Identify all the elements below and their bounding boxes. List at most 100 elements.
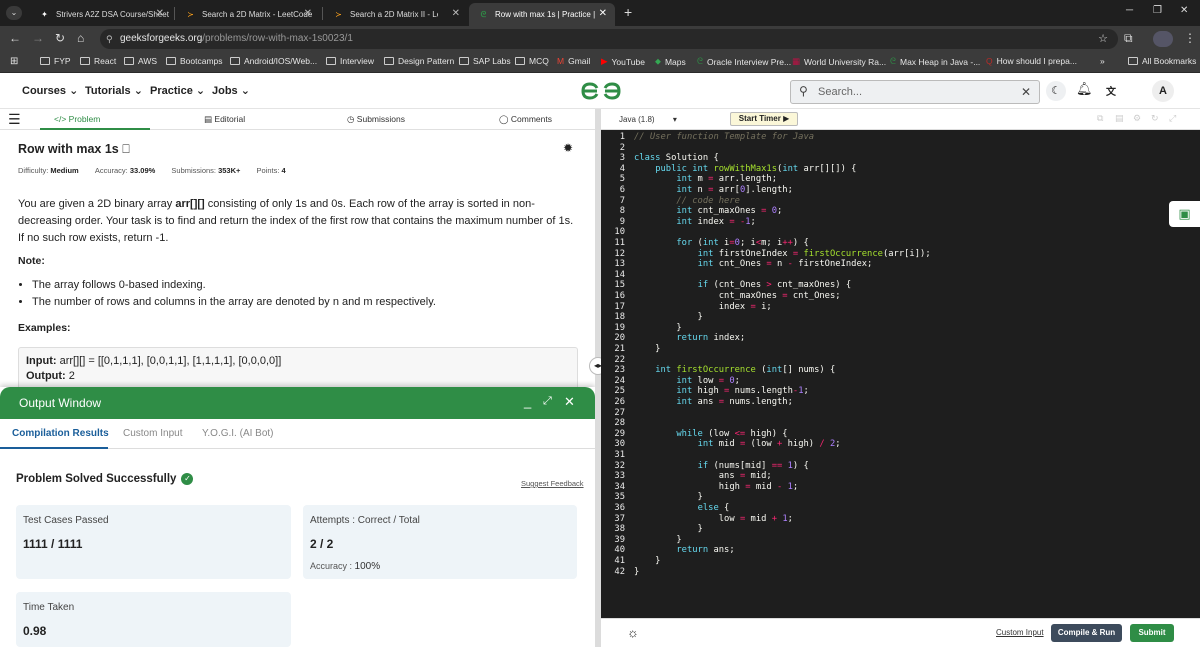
clear-icon[interactable]: ✕	[1021, 85, 1031, 99]
chat-icon[interactable]: ▣	[1169, 201, 1200, 227]
chevron-right-icon[interactable]: »	[1100, 56, 1105, 66]
expand-icon[interactable]: ⤢	[543, 395, 552, 408]
tab-compilation-results[interactable]: Compilation Results	[12, 428, 109, 439]
bookmark-all[interactable]: All Bookmarks	[1128, 56, 1196, 66]
line-number: 19	[614, 322, 625, 333]
folder-icon	[515, 57, 525, 65]
tab-problem[interactable]: </> Problem	[54, 114, 100, 124]
search-input[interactable]: ⚲ Search... ✕	[790, 80, 1040, 104]
dark-mode-icon[interactable]: ☾	[1046, 81, 1066, 101]
suggest-feedback-link[interactable]: Suggest Feedback	[521, 479, 584, 488]
output-title: Output Window	[19, 396, 102, 410]
bookmark-fyp[interactable]: FYP	[40, 56, 71, 66]
tab-title: Strivers A2Z DSA Course/Sheet	[56, 10, 169, 19]
examples-heading: Examples:	[18, 322, 71, 334]
forward-icon[interactable]: →	[32, 31, 44, 45]
tab-custom-input[interactable]: Custom Input	[123, 428, 182, 439]
reload-icon[interactable]: ↻	[55, 31, 65, 45]
menu-tutorials[interactable]: Tutorials ⌄	[85, 84, 143, 97]
fullscreen-icon[interactable]: ⤢	[1169, 113, 1176, 124]
browser-tab[interactable]: ≻ Search a 2D Matrix - LeetCode ✕	[176, 3, 320, 26]
close-icon[interactable]: ✕	[304, 8, 312, 19]
bookmark-aws[interactable]: AWS	[124, 56, 157, 66]
start-timer-button[interactable]: Start Timer ▶	[730, 112, 798, 126]
menu-courses[interactable]: Courses ⌄	[22, 84, 78, 97]
new-tab-icon[interactable]: +	[624, 4, 632, 20]
settings-icon[interactable]: ⚙	[1133, 113, 1141, 124]
bookmark-youtube[interactable]: ▶ YouTube	[601, 56, 645, 67]
restore-icon[interactable]: ❐	[1153, 5, 1162, 16]
close-window-icon[interactable]: ✕	[1180, 5, 1188, 16]
gfg-logo[interactable]	[579, 80, 623, 102]
minimize-icon[interactable]: ─	[1126, 5, 1133, 16]
bookmark-design-pattern[interactable]: Design Pattern	[384, 56, 454, 66]
menu-jobs[interactable]: Jobs ⌄	[212, 84, 250, 97]
file-icon[interactable]: ▤	[1115, 113, 1124, 124]
close-icon[interactable]: ✕	[156, 8, 164, 19]
tab-submissions[interactable]: ◷ Submissions	[347, 114, 405, 125]
notification-bell-icon[interactable]: 🔔︎	[1076, 81, 1093, 97]
bookmark-mcq[interactable]: MCQ	[515, 56, 549, 66]
extensions-icon[interactable]: ⧉	[1124, 31, 1133, 46]
translate-icon[interactable]: 文	[1106, 83, 1116, 98]
menu-icon[interactable]: ⋮	[1184, 31, 1196, 45]
bookmark-maps[interactable]: ⬥ Maps	[655, 56, 686, 67]
tab-comments[interactable]: ◯ Comments	[499, 114, 552, 125]
site-header: Courses ⌄ Tutorials ⌄ Practice ⌄ Jobs ⌄ …	[0, 73, 1200, 109]
compile-run-button[interactable]: Compile & Run	[1051, 624, 1122, 642]
url-field[interactable]: ⚲ geeksforgeeks.org/problems/row-with-ma…	[100, 29, 1118, 49]
menu-practice[interactable]: Practice ⌄	[150, 84, 205, 97]
profile-icon[interactable]	[1153, 31, 1173, 47]
apps-icon[interactable]: ⊞	[10, 56, 18, 67]
close-icon[interactable]: ✕	[564, 394, 575, 410]
browser-tab-active[interactable]: ᘓ Row with max 1s | Practice | Ge ✕	[469, 3, 615, 26]
line-number: 8	[619, 206, 625, 217]
close-icon[interactable]: ✕	[599, 8, 607, 19]
chevron-down-icon: ⌄	[240, 85, 250, 97]
language-select[interactable]: Java (1.8) ▾	[619, 115, 677, 124]
tab-editorial[interactable]: ▤ Editorial	[204, 114, 245, 125]
note-list: The array follows 0-based indexing. The …	[32, 277, 436, 311]
bookmark-star-icon[interactable]: ☆	[1098, 29, 1108, 49]
back-icon[interactable]: ←	[9, 31, 21, 45]
bookmark-oracle[interactable]: ᘓ Oracle Interview Pre...	[697, 56, 791, 67]
custom-input-link[interactable]: Custom Input	[996, 628, 1044, 637]
lightbulb-icon[interactable]: ☼	[627, 625, 639, 640]
reset-icon[interactable]: ↻	[1151, 113, 1159, 124]
bookmark-world-university[interactable]: ▦ World University Ra...	[792, 56, 886, 67]
bookmark-max-heap[interactable]: ᘓ Max Heap in Java -...	[890, 56, 980, 67]
avatar[interactable]: A	[1152, 80, 1174, 102]
copy-icon[interactable]: ⧉	[1097, 113, 1103, 124]
bookmark-icon[interactable]: ⎕	[122, 142, 130, 156]
list-item: The number of rows and columns in the ar…	[32, 294, 436, 311]
gfg-icon: ᘓ	[697, 56, 703, 66]
line-number: 2	[619, 142, 625, 153]
address-bar: ← → ↻ ⌂ ⚲ geeksforgeeks.org/problems/row…	[0, 26, 1200, 52]
code-line: int ans = nums.length;	[676, 397, 793, 407]
bookmark-bootcamps[interactable]: Bootcamps	[166, 56, 223, 66]
code-editor-panel: Java (1.8) ▾ Start Timer ▶ ⧉ ▤ ⚙ ↻ ⤢ 1 //…	[601, 109, 1200, 647]
bookmark-react[interactable]: React	[80, 56, 116, 66]
site-info-icon[interactable]: ⚲	[106, 29, 113, 49]
browser-tab[interactable]: ✦ Strivers A2Z DSA Course/Sheet ✕	[30, 3, 172, 26]
bookmark-sap-labs[interactable]: SAP Labs	[459, 56, 511, 66]
tab-ai-bot[interactable]: Y.O.G.I. (AI Bot)	[202, 428, 274, 439]
report-bug-icon[interactable]: ✹	[563, 141, 573, 155]
browser-tab[interactable]: ≻ Search a 2D Matrix II - LeetCode ✕	[324, 3, 468, 26]
submit-button[interactable]: Submit	[1130, 624, 1174, 642]
bookmark-how-should[interactable]: Q How should I prepa...	[986, 56, 1077, 66]
tab-list-icon[interactable]: ⌄	[6, 6, 22, 20]
bookmark-android[interactable]: Android/IOS/Web...	[230, 56, 317, 66]
quora-icon: Q	[986, 56, 993, 66]
close-icon[interactable]: ✕	[452, 8, 460, 19]
output-header: Output Window _ ⤢ ✕	[0, 387, 595, 419]
line-number: 31	[614, 450, 625, 460]
line-number: 38	[614, 524, 625, 535]
bookmark-gmail[interactable]: M Gmail	[557, 56, 590, 66]
hamburger-icon[interactable]: ☰	[8, 111, 21, 128]
bookmark-interview[interactable]: Interview	[326, 56, 374, 66]
home-icon[interactable]: ⌂	[77, 31, 84, 45]
code-area[interactable]: 1 // User function Template for Java 2 3 cla…	[601, 130, 1200, 627]
code-line: // User function Template for Java	[634, 132, 815, 142]
minimize-icon[interactable]: _	[524, 394, 531, 409]
